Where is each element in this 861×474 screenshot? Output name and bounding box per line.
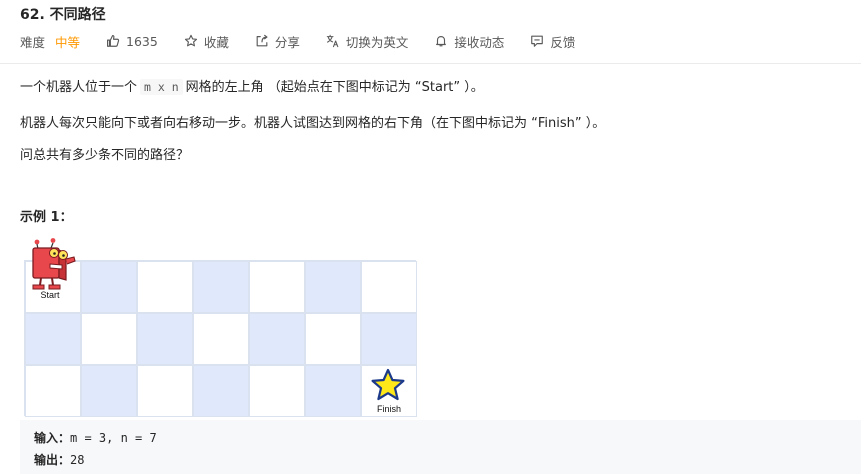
input-value: m = 3, n = 7 xyxy=(70,431,157,445)
share-label: 分享 xyxy=(274,34,300,50)
grid-cell xyxy=(249,365,305,417)
description-paragraph-2: 机器人每次只能向下或者向右移动一步。机器人试图达到网格的右下角（在下图中标记为 … xyxy=(20,116,606,131)
share-button[interactable]: 分享 xyxy=(255,32,300,51)
example-code-block: 输入：m = 3, n = 7 输出：28 xyxy=(20,420,861,474)
favorite-button[interactable]: 收藏 xyxy=(184,32,229,51)
difficulty-badge: 中等 xyxy=(55,34,81,50)
path-grid-illustration: Finish xyxy=(24,260,417,417)
subscribe-label: 接收动态 xyxy=(454,34,505,50)
finish-label: Finish xyxy=(376,404,401,414)
grid-cell xyxy=(249,313,305,365)
like-button[interactable]: 1635 xyxy=(106,34,158,49)
subscribe-button[interactable]: 接收动态 xyxy=(434,32,504,51)
grid-cell xyxy=(361,313,417,365)
output-value: 28 xyxy=(70,453,85,467)
header-divider xyxy=(0,63,861,64)
problem-meta-bar: 难度 中等 1635 收藏 分享 切换为英文 接收动态 反馈 xyxy=(20,32,601,50)
star-icon xyxy=(184,34,198,48)
grid-cell xyxy=(137,313,193,365)
finish-star-icon xyxy=(371,368,405,401)
feedback-label: 反馈 xyxy=(550,34,576,50)
grid-cell xyxy=(81,313,137,365)
start-label: Start xyxy=(40,290,60,299)
grid-cell xyxy=(25,365,81,417)
translate-icon xyxy=(326,34,340,48)
description-paragraph-3: 问总共有多少条不同的路径？ xyxy=(20,148,190,163)
robot-icon: Start xyxy=(32,238,76,299)
grid-cell xyxy=(25,313,81,365)
grid-cell xyxy=(305,313,361,365)
difficulty-label: 难度 xyxy=(20,34,46,50)
description-paragraph-1: 一个机器人位于一个 m x n 网格的左上角 （起始点在下图中标记为 “Start”… xyxy=(20,76,484,95)
input-label: 输入： xyxy=(34,431,71,445)
output-line: 输出：28 xyxy=(34,451,84,468)
description-text: 网格的左上角 （起始点在下图中标记为 “Start” ）。 xyxy=(185,80,484,95)
grid-cell xyxy=(137,365,193,417)
inline-code: m x n xyxy=(140,79,183,95)
grid-cell xyxy=(81,365,137,417)
like-count: 1635 xyxy=(126,33,158,49)
problem-title: 62. 不同路径 xyxy=(20,7,106,23)
switch-language-label: 切换为英文 xyxy=(345,34,409,50)
grid-cell xyxy=(193,261,249,313)
feedback-button[interactable]: 反馈 xyxy=(530,32,575,51)
description-text: 一个机器人位于一个 xyxy=(20,80,138,95)
grid-cell xyxy=(81,261,137,313)
grid-cell xyxy=(305,261,361,313)
feedback-icon xyxy=(530,34,544,48)
output-label: 输出： xyxy=(34,453,71,467)
favorite-label: 收藏 xyxy=(203,34,229,50)
example-title: 示例 1： xyxy=(20,210,73,225)
switch-language-button[interactable]: 切换为英文 xyxy=(326,32,409,51)
grid-cell xyxy=(193,313,249,365)
grid-cell xyxy=(305,365,361,417)
grid-cell xyxy=(249,261,305,313)
grid-cell xyxy=(137,261,193,313)
grid-cell xyxy=(193,365,249,417)
thumbs-up-icon xyxy=(106,34,120,48)
share-icon xyxy=(255,34,269,48)
grid-cell xyxy=(361,261,417,313)
difficulty: 难度 中等 xyxy=(20,32,80,51)
bell-icon xyxy=(434,34,448,48)
input-line: 输入：m = 3, n = 7 xyxy=(34,429,157,446)
